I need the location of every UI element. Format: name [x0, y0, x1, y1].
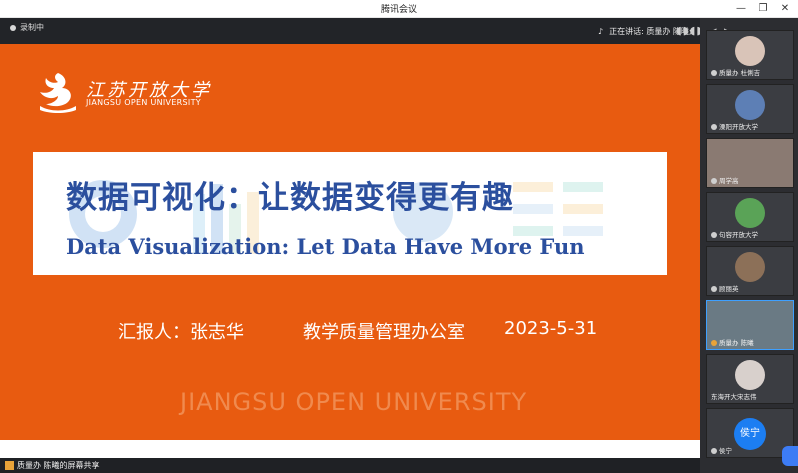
- mic-icon: [711, 286, 717, 292]
- window-title: 腾讯会议: [380, 5, 417, 15]
- close-icon[interactable]: ✕: [774, 1, 796, 17]
- participant-name: 质量办 杜俐吉: [711, 67, 760, 77]
- participant-name: 质量办 陈曦: [711, 337, 754, 347]
- slide-title-english: Data Visualization: Let Data Have More F…: [66, 234, 585, 259]
- avatar: 侯宁: [734, 418, 766, 450]
- avatar: [735, 360, 765, 390]
- floating-toolbar-button[interactable]: [782, 446, 798, 466]
- mic-icon: [711, 448, 717, 454]
- participant-tile[interactable]: 东海开大宋志伟: [706, 354, 794, 404]
- avatar: [735, 198, 765, 228]
- participant-name: 句容开放大学: [711, 229, 758, 239]
- participant-name: 东海开大宋志伟: [711, 393, 757, 401]
- mic-icon: [711, 124, 717, 130]
- recording-indicator: 录制中: [10, 22, 44, 33]
- university-logo-icon: [40, 73, 76, 113]
- recording-label: 录制中: [20, 23, 44, 32]
- avatar: [735, 36, 765, 66]
- participant-tile[interactable]: 句容开放大学: [706, 192, 794, 242]
- avatar: [735, 90, 765, 120]
- office-text: 教学质量管理办公室: [303, 322, 465, 343]
- screen-share-indicator: 质量办 陈曦的屏幕共享: [5, 460, 100, 471]
- slide-watermark: JIANGSU OPEN UNIVERSITY: [180, 388, 528, 416]
- window-titlebar: 腾讯会议 — ❐ ✕: [0, 0, 798, 18]
- date-text: 2023-5-31: [504, 318, 598, 339]
- slide-title-chinese: 数据可视化：让数据变得更有趣: [66, 180, 514, 216]
- minimize-icon[interactable]: —: [730, 1, 752, 17]
- mic-icon: [711, 178, 717, 184]
- mic-icon: [711, 70, 717, 76]
- mic-icon: [711, 232, 717, 238]
- screen-share-icon: [5, 461, 14, 470]
- reporter-text: 汇报人：张志华: [118, 322, 244, 343]
- participant-name: 溧阳开放大学: [711, 121, 758, 131]
- participant-name: 周学高: [711, 175, 739, 185]
- share-status-bar: [0, 458, 700, 473]
- avatar: [735, 252, 765, 282]
- recording-icon: [10, 24, 16, 31]
- speaker-icon: ♪: [598, 27, 604, 36]
- participant-tile[interactable]: 周学高: [706, 138, 794, 188]
- mic-icon: [711, 340, 717, 346]
- participant-tile-active[interactable]: 质量办 陈曦: [706, 300, 794, 350]
- logo-english-text: JIANGSU OPEN UNIVERSITY: [86, 98, 201, 107]
- participant-name: 顾丽英: [711, 283, 739, 293]
- participant-tile[interactable]: 质量办 杜俐吉: [706, 30, 794, 80]
- participant-name: 侯宁: [711, 445, 732, 455]
- participant-tile[interactable]: 顾丽英: [706, 246, 794, 296]
- participant-tile[interactable]: 溧阳开放大学: [706, 84, 794, 134]
- maximize-icon[interactable]: ❐: [752, 1, 774, 17]
- screen-share-text: 质量办 陈曦的屏幕共享: [17, 461, 100, 470]
